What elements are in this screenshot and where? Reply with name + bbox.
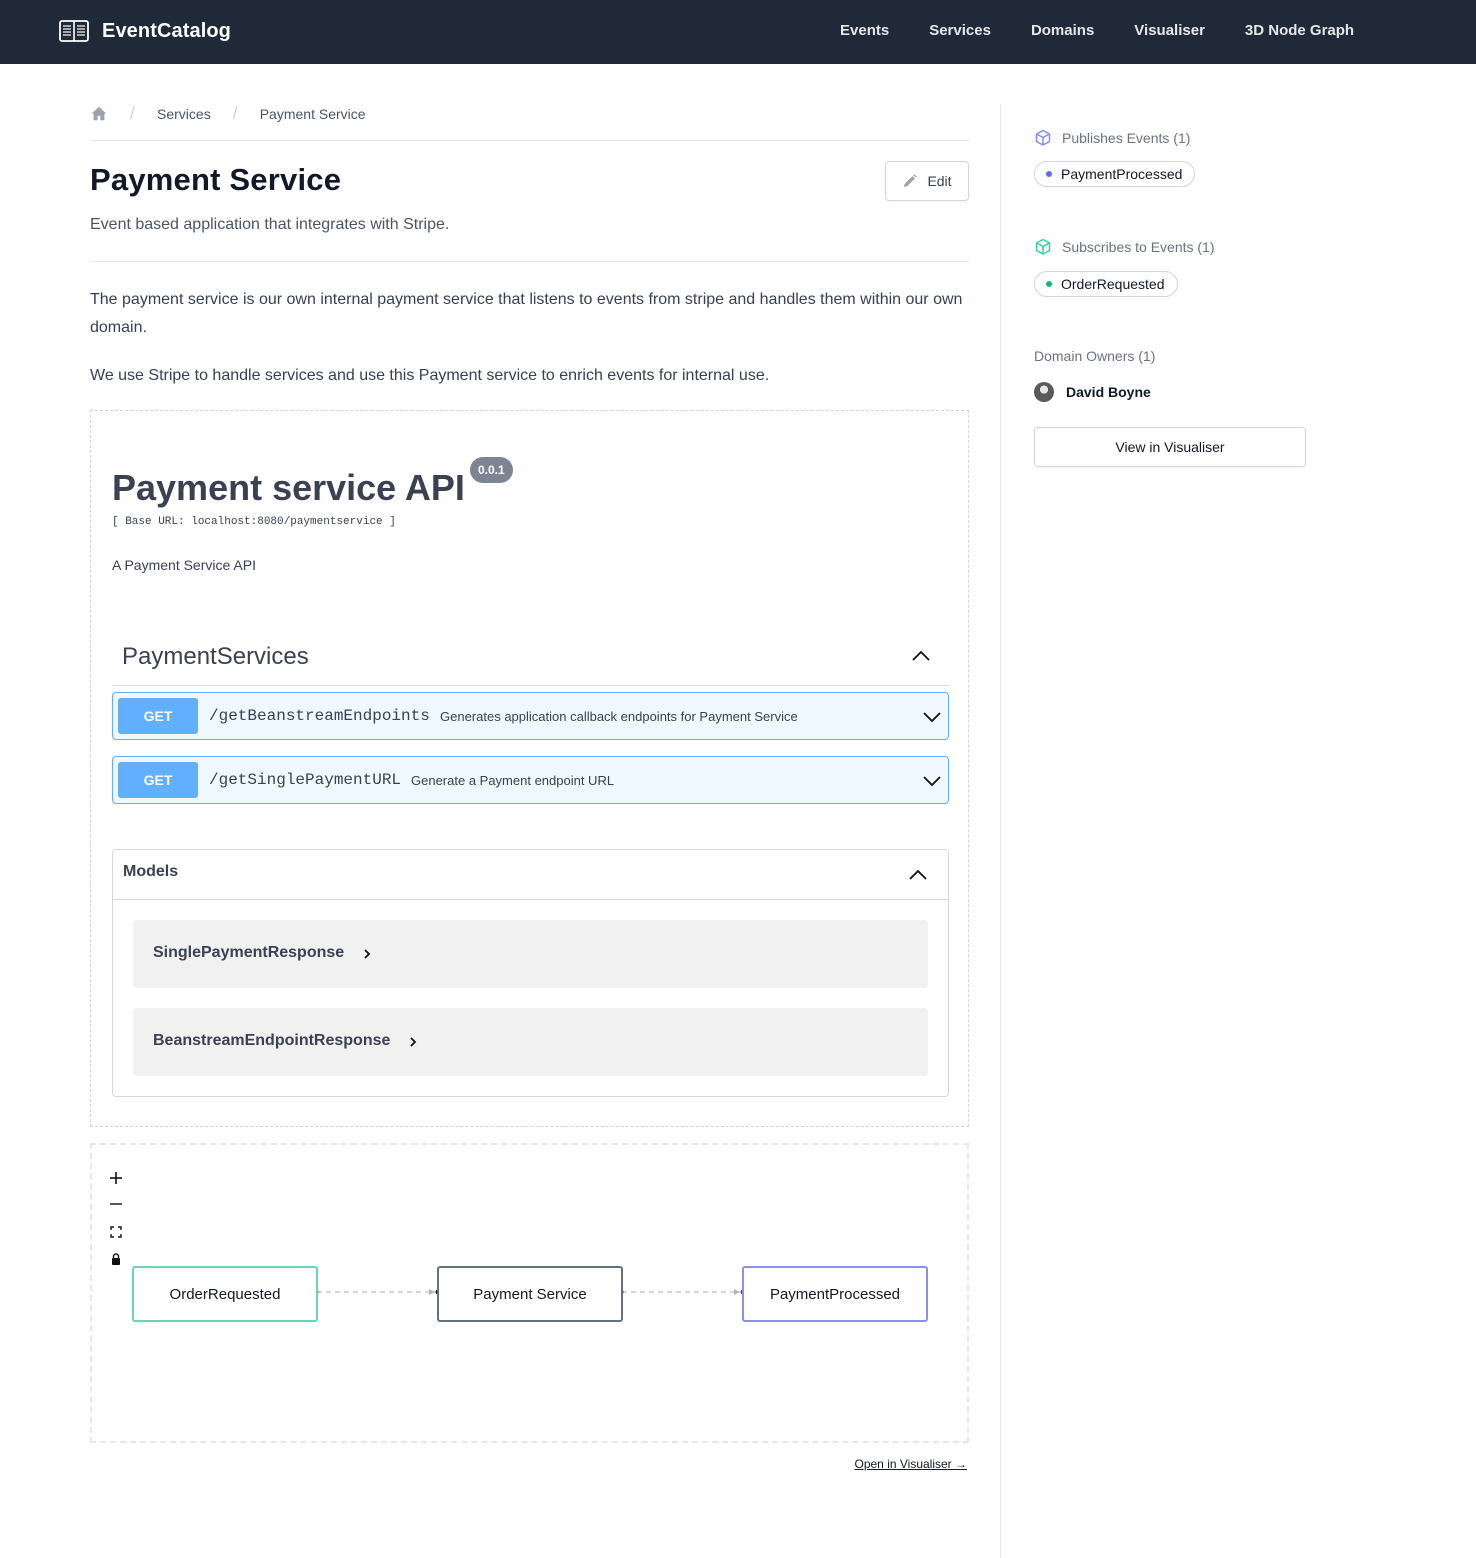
operation-get-beanstream-endpoints[interactable]: GET /getBeanstreamEndpoints Generates ap… (112, 692, 949, 740)
flow-node-payment-processed[interactable]: PaymentProcessed (742, 1266, 928, 1322)
breadcrumb-services[interactable]: Services (157, 104, 211, 124)
openapi-spec-panel: Payment service API 0.0.1 [ Base URL: lo… (90, 410, 969, 1127)
service-summary: Event based application that integrates … (90, 216, 450, 233)
open-in-visualiser-link[interactable]: Open in Visualiser → (855, 1457, 968, 1471)
models-header[interactable]: Models (113, 850, 948, 900)
fit-view-icon[interactable] (104, 1220, 128, 1244)
page-title: Payment Service (90, 162, 342, 197)
models-title: Models (123, 863, 179, 880)
operation-summary: Generates application callback endpoints… (440, 709, 798, 724)
description-paragraph: We use Stripe to handle services and use… (90, 367, 770, 384)
nav-link-domains[interactable]: Domains (1031, 22, 1094, 39)
chevron-down-icon[interactable] (922, 774, 942, 788)
nav-link-visualiser[interactable]: Visualiser (1134, 22, 1205, 39)
owner-name: David Boyne (1066, 384, 1151, 400)
owner-item[interactable]: David Boyne (1034, 382, 1151, 402)
nav-link-3d-node-graph[interactable]: 3D Node Graph (1245, 22, 1354, 39)
avatar (1034, 382, 1054, 402)
api-description: A Payment Service API (112, 557, 256, 573)
cube-icon (1035, 129, 1051, 146)
brand-name: EventCatalog (102, 19, 232, 42)
chevron-up-icon[interactable] (911, 649, 931, 663)
flow-node-payment-service[interactable]: Payment Service (437, 1266, 623, 1322)
breadcrumb-separator: / (130, 103, 136, 123)
home-icon[interactable] (90, 105, 108, 123)
event-name: PaymentProcessed (1061, 166, 1183, 182)
nav-link-services[interactable]: Services (929, 22, 991, 39)
edit-button-label: Edit (927, 173, 952, 189)
flow-node-order-requested[interactable]: OrderRequested (132, 1266, 318, 1322)
description-paragraph: The payment service is our own internal … (90, 291, 963, 336)
event-name: OrderRequested (1061, 276, 1165, 292)
breadcrumb-payment-service[interactable]: Payment Service (260, 104, 366, 124)
top-navbar: EventCatalog Events Services Domains Vis… (0, 0, 1476, 64)
subscribes-title: Subscribes to Events (1) (1062, 239, 1215, 255)
view-in-visualiser-button[interactable]: View in Visualiser (1034, 427, 1306, 467)
nav-links: Events Services Domains Visualiser 3D No… (820, 22, 1374, 39)
edit-button[interactable]: Edit (885, 161, 969, 201)
model-name: BeanstreamEndpointResponse (153, 1032, 391, 1049)
zoom-in-icon[interactable] (104, 1166, 128, 1190)
book-logo-icon (59, 20, 89, 42)
subscribes-events-heading: Subscribes to Events (1) (1034, 238, 1215, 256)
chevron-right-icon (364, 949, 371, 959)
pencil-icon (904, 174, 918, 187)
breadcrumb: / Services / Payment Service (90, 104, 969, 141)
operation-path: /getSinglePaymentURL (209, 771, 402, 789)
lock-icon[interactable] (104, 1247, 128, 1271)
tag-name: PaymentServices (122, 643, 309, 670)
model-single-payment-response[interactable]: SinglePaymentResponse (133, 920, 928, 988)
model-beanstream-endpoint-response[interactable]: BeanstreamEndpointResponse (133, 1008, 928, 1076)
breadcrumb-separator: / (232, 103, 238, 123)
nav-link-events[interactable]: Events (840, 22, 889, 39)
operation-summary: Generate a Payment endpoint URL (411, 773, 615, 788)
brand[interactable]: EventCatalog (59, 18, 231, 44)
api-version-badge: 0.0.1 (470, 457, 513, 483)
chevron-down-icon[interactable] (922, 710, 942, 724)
subscribed-event-pill[interactable]: OrderRequested (1034, 271, 1178, 297)
chevron-up-icon[interactable] (908, 868, 928, 882)
dot-icon (1046, 171, 1052, 177)
cube-icon (1035, 238, 1051, 255)
model-name: SinglePaymentResponse (153, 944, 345, 961)
operation-get-single-payment-url[interactable]: GET /getSinglePaymentURL Generate a Paym… (112, 756, 949, 804)
models-section: Models SinglePaymentResponse BeanstreamE… (112, 849, 949, 1097)
api-base-url: [ Base URL: localhost:8080/paymentservic… (112, 516, 396, 528)
tag-section-header[interactable]: PaymentServices (112, 631, 949, 686)
flow-diagram[interactable]: OrderRequested Payment Service PaymentPr… (90, 1143, 969, 1443)
published-event-pill[interactable]: PaymentProcessed (1034, 161, 1196, 187)
sidebar-divider (1000, 104, 1001, 1558)
http-method-badge: GET (118, 762, 198, 798)
http-method-badge: GET (118, 698, 198, 734)
dot-icon (1046, 281, 1052, 287)
api-title: Payment service API (112, 467, 465, 508)
zoom-out-icon[interactable] (104, 1192, 128, 1216)
domain-owners-heading: Domain Owners (1) (1034, 348, 1156, 364)
divider (90, 261, 969, 262)
operation-path: /getBeanstreamEndpoints (209, 707, 430, 725)
publishes-title: Publishes Events (1) (1062, 130, 1191, 146)
chevron-right-icon (410, 1037, 417, 1047)
publishes-events-heading: Publishes Events (1) (1034, 129, 1190, 147)
